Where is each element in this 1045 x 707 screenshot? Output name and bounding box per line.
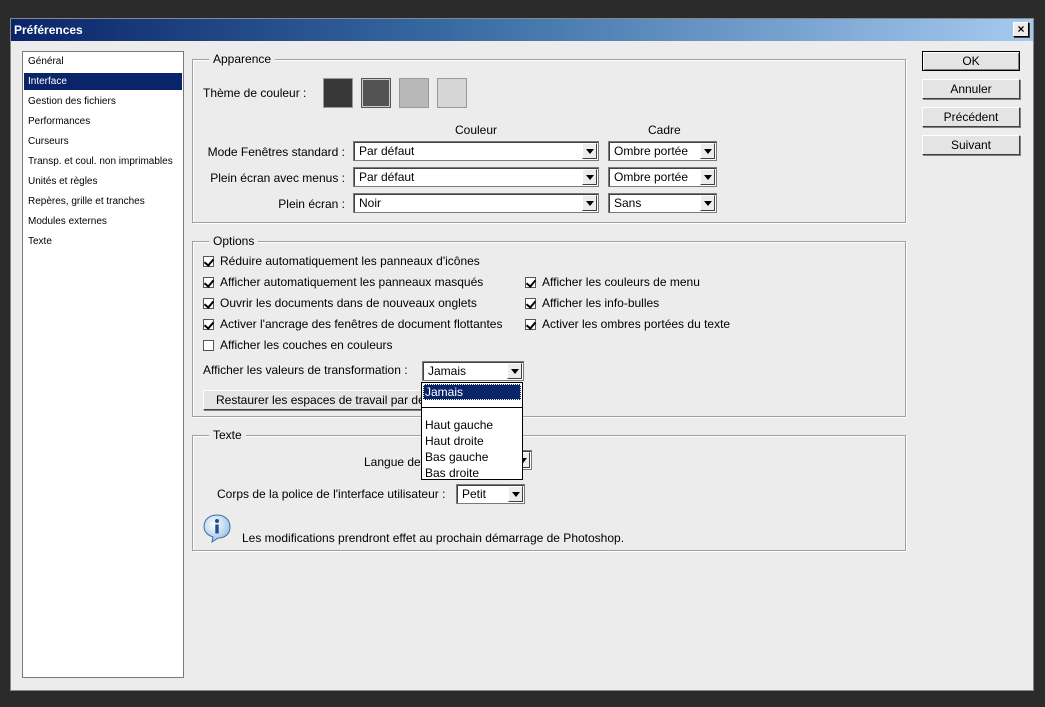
precedent-button[interactable]: Précédent [922, 107, 1020, 127]
chevron-down-icon[interactable] [700, 169, 715, 185]
cadre-select-value: Ombre portée [614, 144, 689, 158]
dropdown-option[interactable]: Jamais [423, 384, 521, 400]
theme-swatch[interactable] [437, 78, 467, 108]
option-checkbox[interactable] [203, 340, 214, 351]
transform-label: Afficher les valeurs de transformation : [203, 363, 408, 377]
sidebar-item[interactable]: Général [24, 53, 182, 70]
close-button[interactable]: × [1013, 22, 1029, 37]
apparence-legend: Apparence [209, 52, 276, 66]
chevron-down-icon[interactable] [582, 195, 597, 211]
option-checkbox[interactable] [203, 256, 214, 267]
corps-select[interactable]: Petit [456, 484, 525, 504]
chevron-down-icon[interactable] [582, 143, 597, 159]
restore-workspaces-button[interactable]: Restaurer les espaces de travail par dé [203, 390, 433, 410]
cadre-select-value: Ombre portée [614, 170, 689, 184]
dropdown-option[interactable]: Bas droite [423, 465, 521, 481]
window-title: Préférences [14, 23, 83, 37]
corps-select-value: Petit [462, 487, 487, 501]
option-checkbox[interactable] [203, 298, 214, 309]
apparence-row-label: Mode Fenêtres standard : [207, 145, 345, 159]
option-checkbox[interactable] [525, 319, 536, 330]
chevron-down-icon[interactable] [700, 143, 715, 159]
title-bar[interactable]: Préférences × [11, 19, 1033, 41]
col-couleur-header: Couleur [455, 123, 498, 137]
preferences-window: Préférences × Général Interface Gestion de… [10, 18, 1034, 691]
option-checkbox[interactable] [525, 277, 536, 288]
option-label[interactable]: Afficher les info-bulles [542, 296, 659, 310]
chevron-down-icon[interactable] [700, 195, 715, 211]
dropdown-option[interactable]: Haut droite [423, 433, 521, 449]
cadre-select[interactable]: Ombre portée [608, 141, 717, 161]
theme-swatch[interactable] [361, 78, 391, 108]
cadre-select[interactable]: Ombre portée [608, 167, 717, 187]
dropdown-option[interactable]: Bas gauche [423, 449, 521, 465]
restore-workspaces-label: Restaurer les espaces de travail par dé [216, 393, 425, 407]
option-label[interactable]: Afficher les couleurs de menu [542, 275, 700, 289]
couleur-select[interactable]: Par défaut [353, 141, 599, 161]
langue-label: Langue de [364, 455, 421, 469]
theme-swatches [323, 78, 473, 110]
sidebar-item[interactable]: Unités et règles [24, 173, 182, 190]
option-label[interactable]: Afficher automatiquement les panneaux ma… [220, 275, 483, 289]
cadre-select-value: Sans [614, 196, 642, 210]
sidebar-item[interactable]: Gestion des fichiers [24, 93, 182, 110]
dropdown-option[interactable]: Haut gauche [423, 417, 521, 433]
sidebar-item[interactable]: Curseurs [24, 133, 182, 150]
theme-label: Thème de couleur : [203, 86, 307, 100]
chevron-down-icon[interactable] [582, 169, 597, 185]
texte-group: Texte Langue de Corps de la police de l'… [192, 428, 906, 551]
couleur-select[interactable]: Noir [353, 193, 599, 213]
sidebar-item[interactable]: Performances [24, 113, 182, 130]
category-list: Général Interface Gestion des fichiers Perf… [22, 51, 184, 678]
option-checkbox[interactable] [203, 319, 214, 330]
options-group: Options Réduire automatiquement les pann… [192, 234, 906, 417]
theme-swatch[interactable] [399, 78, 429, 108]
apparence-rows: Mode Fenêtres standard : Par défaut Ombre … [193, 141, 905, 221]
texte-legend: Texte [209, 428, 246, 442]
apparence-group: Apparence Thème de couleur : Couleur Cad… [192, 52, 906, 223]
options-legend: Options [209, 234, 259, 248]
col-cadre-header: Cadre [648, 123, 681, 137]
couleur-select-value: Noir [359, 196, 382, 210]
info-text: Les modifications prendront effet au pro… [242, 531, 625, 545]
precedent-label: Précédent [943, 110, 999, 124]
annuler-button[interactable]: Annuler [922, 79, 1020, 99]
dropdown-separator [422, 407, 522, 408]
couleur-select[interactable]: Par défaut [353, 167, 599, 187]
sidebar-item[interactable]: Texte [24, 233, 182, 250]
options-right-column: Afficher les couleurs de menu Afficher le… [525, 274, 825, 344]
sidebar-item[interactable]: Modules externes [24, 213, 182, 230]
info-icon [203, 514, 231, 543]
chevron-down-icon[interactable] [508, 486, 523, 502]
couleur-select-value: Par défaut [359, 170, 415, 184]
apparence-row-label: Plein écran avec menus : [210, 171, 345, 185]
option-label[interactable]: Réduire automatiquement les panneaux d'i… [220, 254, 480, 268]
ok-label: OK [962, 54, 980, 68]
cadre-select[interactable]: Sans [608, 193, 717, 213]
options-left-column: Réduire automatiquement les panneaux d'i… [203, 253, 523, 363]
corps-label: Corps de la police de l'interface utilis… [217, 487, 446, 501]
option-checkbox[interactable] [203, 277, 214, 288]
option-label[interactable]: Afficher les couches en couleurs [220, 338, 393, 352]
couleur-select-value: Par défaut [359, 144, 415, 158]
theme-swatch[interactable] [323, 78, 353, 108]
suivant-label: Suivant [950, 138, 992, 152]
sidebar-item[interactable]: Interface [24, 73, 182, 90]
transform-select[interactable]: Jamais [422, 361, 524, 381]
option-label[interactable]: Activer l'ancrage des fenêtres de docume… [220, 317, 502, 331]
transform-dropdown-list: Jamais Haut gauche Haut droite Bas gauche Ba… [421, 382, 523, 480]
sidebar-item[interactable]: Repères, grille et tranches [24, 193, 182, 210]
transform-select-value: Jamais [428, 364, 467, 378]
suivant-button[interactable]: Suivant [922, 135, 1020, 155]
option-checkbox[interactable] [525, 298, 536, 309]
option-label[interactable]: Ouvrir les documents dans de nouveaux on… [220, 296, 477, 310]
option-label[interactable]: Activer les ombres portées du texte [542, 317, 730, 331]
ok-button[interactable]: OK [922, 51, 1020, 71]
sidebar-item[interactable]: Transp. et coul. non imprimables [24, 153, 182, 170]
apparence-row-label: Plein écran : [278, 197, 345, 211]
chevron-down-icon[interactable] [507, 363, 522, 379]
annuler-label: Annuler [950, 82, 992, 96]
